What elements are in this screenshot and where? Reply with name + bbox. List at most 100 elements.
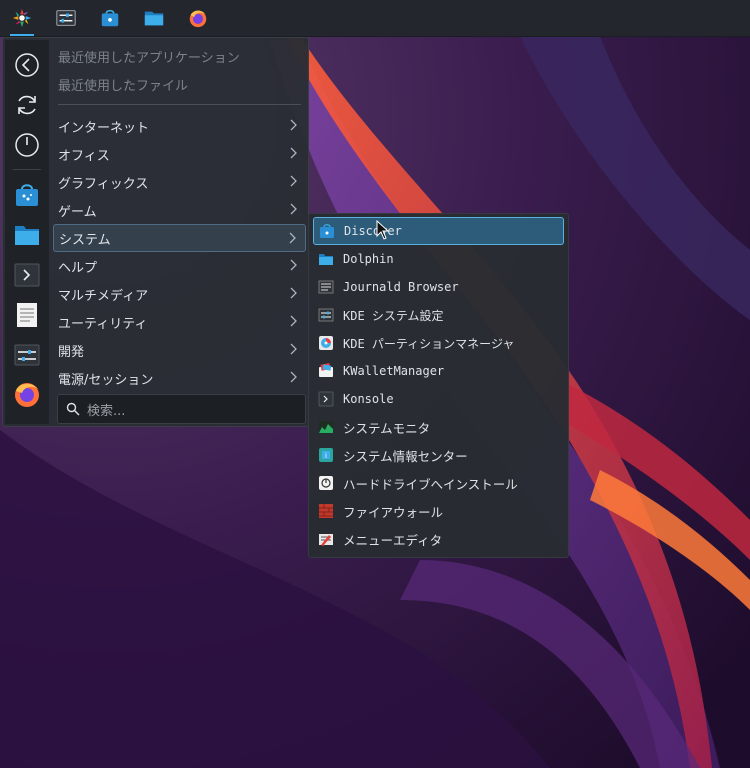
firewall-icon xyxy=(318,503,334,519)
discover-store-icon xyxy=(101,9,119,27)
menu-category-item[interactable]: システム xyxy=(53,224,306,252)
discover-store-icon xyxy=(16,184,38,206)
system-monitor-icon xyxy=(318,419,334,435)
menu-category-item[interactable]: ヘルプ xyxy=(53,252,306,280)
firefox-icon xyxy=(189,10,207,28)
folder-icon xyxy=(15,226,39,245)
menu-category-item[interactable]: 電源/セッション xyxy=(53,364,306,392)
taskbar-firefox[interactable] xyxy=(176,0,220,36)
menu-item-label: インターネット xyxy=(58,120,150,136)
menu-item-label: ヘルプ xyxy=(58,260,98,276)
menu-item-label: 最近使用したアプリケーション xyxy=(58,50,240,66)
submenu-item[interactable]: ファイアウォール xyxy=(313,497,564,525)
menu-category-item[interactable]: 開発 xyxy=(53,336,306,364)
refresh-icon xyxy=(18,95,36,115)
recent-files[interactable]: 最近使用したファイル xyxy=(53,70,306,98)
power-icon xyxy=(15,133,39,157)
submenu-item[interactable]: ハードドライブへインストール xyxy=(313,469,564,497)
partition-icon xyxy=(318,335,334,351)
info-center-icon: i xyxy=(318,447,334,463)
chevron-right-icon xyxy=(290,287,297,299)
firefox-icon xyxy=(15,383,39,407)
submenu-item[interactable]: KWalletManager xyxy=(313,357,564,385)
submenu-item[interactable]: Journald Browser xyxy=(313,273,564,301)
submenu-item[interactable]: メニューエディタ xyxy=(313,525,564,553)
menu-editor-icon xyxy=(318,531,334,547)
favorite-firefox[interactable] xyxy=(9,376,45,412)
submenu-item[interactable]: KDE システム設定 xyxy=(313,301,564,329)
mouse-cursor-icon xyxy=(376,220,390,240)
submenu-item-label: Dolphin xyxy=(343,252,394,266)
menu-divider xyxy=(58,104,301,105)
favorite-system-settings[interactable] xyxy=(9,337,45,373)
menu-item-label: グラフィックス xyxy=(58,176,149,192)
menu-category-item[interactable]: オフィス xyxy=(53,140,306,168)
menu-item-label: ゲーム xyxy=(58,204,97,220)
submenu-item-label: ハードドライブへインストール xyxy=(343,476,518,492)
submenu-item[interactable]: KDE パーティションマネージャ xyxy=(313,329,564,357)
sidebar-divider xyxy=(13,169,41,170)
submenu-item-label: システムモニタ xyxy=(343,420,431,436)
chevron-right-icon xyxy=(290,343,297,355)
menu-item-label: 開発 xyxy=(58,344,85,360)
app-launcher-icon xyxy=(12,8,32,28)
svg-text:i: i xyxy=(325,452,327,460)
menu-category-item[interactable]: マルチメディア xyxy=(53,280,306,308)
recent-applications[interactable]: 最近使用したアプリケーション xyxy=(53,42,306,70)
chevron-right-icon xyxy=(290,119,297,131)
installer-icon xyxy=(318,475,334,491)
favorite-dolphin[interactable] xyxy=(9,217,45,253)
search-input[interactable]: 検索... xyxy=(57,394,306,424)
favorite-discover[interactable] xyxy=(9,177,45,213)
favorite-konsole[interactable] xyxy=(9,257,45,293)
submenu-item[interactable]: Dolphin xyxy=(313,245,564,273)
menu-item-label: 最近使用したファイル xyxy=(58,78,189,94)
submenu-item[interactable]: Konsole xyxy=(313,385,564,413)
system-settings-icon xyxy=(56,10,76,26)
wallet-icon xyxy=(318,363,334,379)
konsole-icon xyxy=(318,391,334,407)
taskbar-system-settings[interactable] xyxy=(44,0,88,36)
chevron-right-icon xyxy=(290,175,297,187)
chevron-right-icon xyxy=(290,371,297,383)
menu-category-item[interactable]: グラフィックス xyxy=(53,168,306,196)
menu-category-item[interactable]: ユーティリティ xyxy=(53,308,306,336)
submenu-item-label: KDE システム設定 xyxy=(343,308,444,323)
search-icon xyxy=(66,402,80,416)
submenu-item[interactable]: Discover xyxy=(313,217,564,245)
chevron-right-icon xyxy=(290,203,297,215)
back-button[interactable] xyxy=(9,47,45,83)
menu-item-label: 電源/セッション xyxy=(58,372,154,388)
chevron-right-icon xyxy=(290,315,297,327)
menu-category-item[interactable]: ゲーム xyxy=(53,196,306,224)
restart-button[interactable] xyxy=(9,87,45,123)
chevron-right-icon xyxy=(290,259,297,271)
menu-item-label: システム xyxy=(59,232,111,248)
submenu-item-label: Discover xyxy=(344,224,402,238)
menu-item-label: ユーティリティ xyxy=(58,316,148,332)
submenu-item-label: KDE パーティションマネージャ xyxy=(343,336,515,351)
submenu-item-label: KWalletManager xyxy=(343,364,445,378)
menu-category-item[interactable]: インターネット xyxy=(53,112,306,140)
taskbar-dolphin[interactable] xyxy=(132,0,176,36)
journal-icon xyxy=(318,279,334,295)
submenu-item-label: Konsole xyxy=(343,392,394,406)
application-launcher-menu: 最近使用したアプリケーション 最近使用したファイル インターネット オフィスグラフ… xyxy=(2,37,309,427)
submenu-item[interactable]: i システム情報センター xyxy=(313,441,564,469)
submenu-item-label: システム情報センター xyxy=(343,448,468,464)
menu-item-label: マルチメディア xyxy=(58,288,149,304)
menu-item-label: オフィス xyxy=(58,148,110,164)
back-arrow-icon xyxy=(15,53,39,77)
top-panel xyxy=(0,0,750,37)
favorite-text-editor[interactable] xyxy=(9,297,45,333)
submenu-item-label: ファイアウォール xyxy=(343,504,444,520)
chevron-right-icon xyxy=(289,232,296,244)
text-document-icon xyxy=(17,303,37,327)
taskbar-discover[interactable] xyxy=(88,0,132,36)
shutdown-button[interactable] xyxy=(9,127,45,163)
discover-icon xyxy=(319,223,335,239)
dolphin-icon xyxy=(318,251,334,267)
system-submenu: Discover Dolphin Journald Browser KDE システム設… xyxy=(308,213,569,558)
submenu-item[interactable]: システムモニタ xyxy=(313,413,564,441)
taskbar-app-launcher[interactable] xyxy=(0,0,44,36)
